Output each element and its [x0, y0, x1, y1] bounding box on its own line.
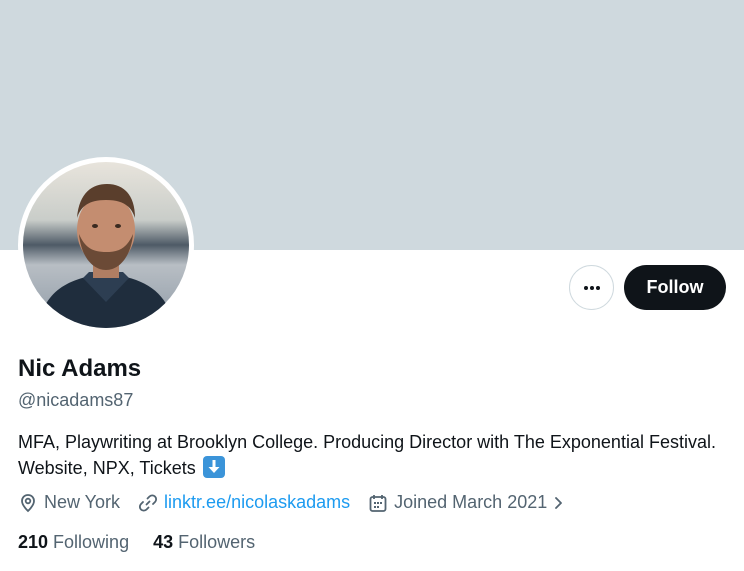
followers-label: Followers — [178, 532, 256, 552]
location-text: New York — [44, 492, 121, 512]
avatar-photo — [23, 162, 189, 328]
more-horizontal-icon — [583, 285, 600, 290]
joined-item[interactable]: Joined March 2021 — [368, 492, 573, 513]
followers-count: 43 — [153, 532, 174, 552]
calendar-icon — [369, 494, 387, 512]
profile-page: Follow Nic Adams @nicadams87 MFA, Playwr… — [0, 0, 744, 571]
avatar[interactable] — [18, 157, 194, 333]
joined-text: Joined March 2021 — [394, 492, 548, 512]
more-options-button[interactable] — [569, 265, 614, 310]
website-item: linktr.ee/nicolaskadams — [138, 492, 350, 513]
following-label: Following — [53, 532, 130, 552]
display-name: Nic Adams — [18, 355, 142, 382]
follow-button[interactable]: Follow — [624, 265, 726, 310]
profile-bio: MFA, Playwriting at Brooklyn College. Pr… — [18, 429, 718, 481]
following-count: 210 — [18, 532, 49, 552]
user-handle: @nicadams87 — [18, 390, 134, 410]
chevron-right-icon — [555, 496, 563, 509]
profile-stats: 210 Following 43 Followers — [18, 532, 279, 553]
following-link[interactable]: 210 Following — [18, 532, 129, 553]
website-link[interactable]: linktr.ee/nicolaskadams — [164, 492, 350, 513]
down-arrow-emoji-icon — [202, 456, 225, 478]
link-icon — [139, 493, 158, 512]
followers-link[interactable]: 43 Followers — [153, 532, 255, 553]
profile-meta: New York linktr.ee/nicolaskadams Joined … — [18, 492, 591, 513]
bio-text: MFA, Playwriting at Brooklyn College. Pr… — [18, 432, 716, 478]
location-item: New York — [18, 492, 120, 513]
location-pin-icon — [21, 493, 35, 512]
